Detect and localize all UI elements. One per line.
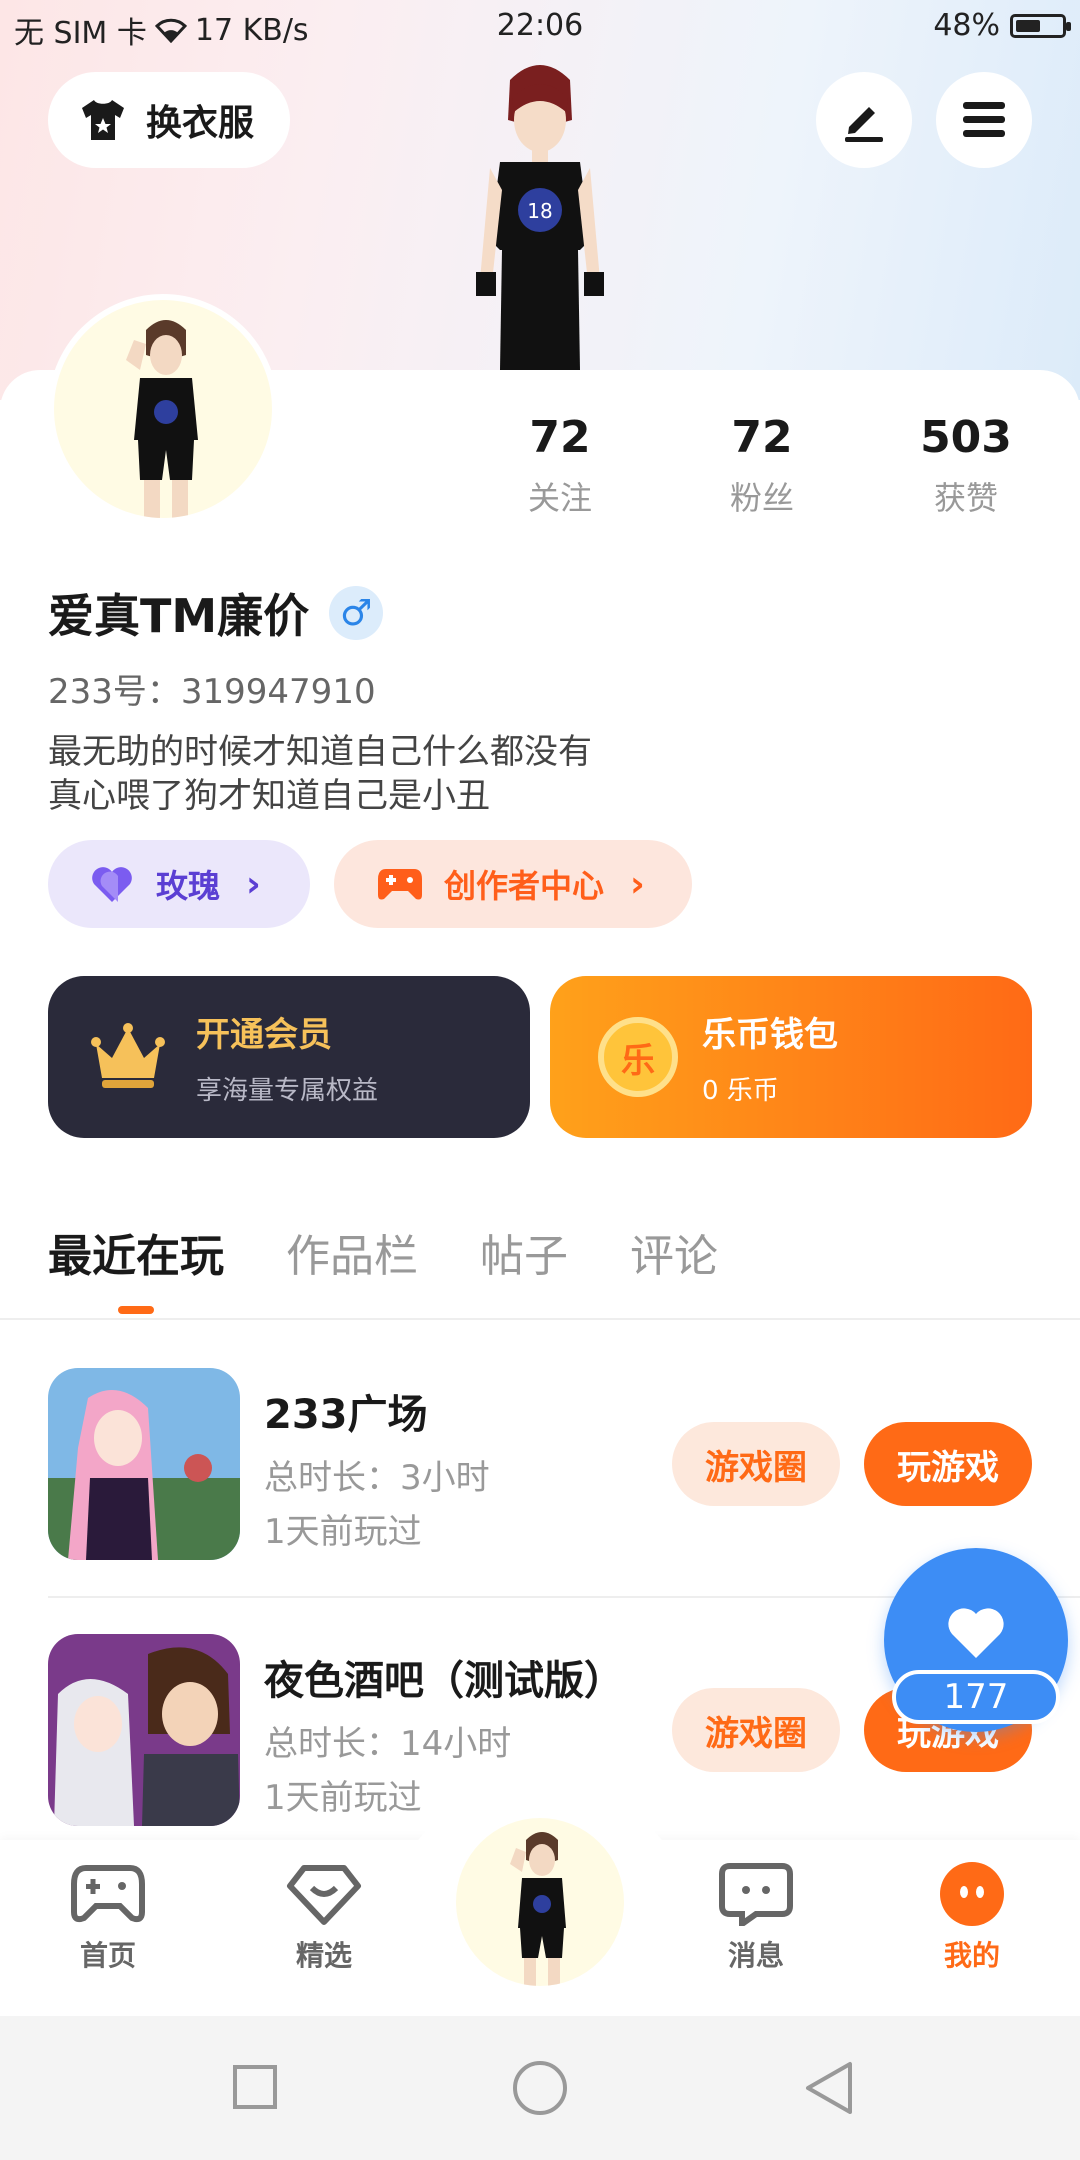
play-game-button[interactable]: 玩游戏 <box>864 1422 1032 1506</box>
stat-value: 72 <box>731 412 793 463</box>
game-name: 夜色酒吧（测试版） <box>264 1658 624 1704</box>
crown-icon <box>91 1023 165 1088</box>
back-icon[interactable] <box>802 2060 854 2116</box>
nav-label: 消息 <box>727 1939 784 1972</box>
profile-face-icon <box>940 1862 1004 1926</box>
like-count-badge: 177 <box>892 1670 1060 1724</box>
wallet-title: 乐币钱包 <box>702 1015 838 1055</box>
game-duration: 总时长：14小时 <box>264 1724 512 1764</box>
user-id[interactable]: 233号：319947910 <box>48 664 376 713</box>
menu-button[interactable] <box>936 72 1032 168</box>
game-last-played: 1天前玩过 <box>264 1778 422 1818</box>
nav-avatar-button[interactable] <box>456 1818 624 1986</box>
status-bar: 无 SIM 卡 17 KB/s 22:06 48% <box>0 0 1080 56</box>
game-art <box>48 1634 240 1826</box>
creator-center-button[interactable]: 创作者中心 › <box>334 840 692 928</box>
game-last-played: 1天前玩过 <box>264 1512 422 1552</box>
bio-line: 真心喂了狗才知道自己是小丑 <box>48 776 490 816</box>
vip-subtitle: 享海量专属权益 <box>196 1076 379 1106</box>
creator-center-label: 创作者中心 <box>444 867 605 905</box>
nav-me[interactable]: 我的 <box>902 1862 1042 1974</box>
coin-icon: 乐 <box>598 1017 678 1097</box>
bio: 最无助的时候才知道自己什么都没有 真心喂了狗才知道自己是小丑 <box>48 730 592 818</box>
stat-likes[interactable]: 503 获赞 <box>886 412 1046 519</box>
bio-line: 最无助的时候才知道自己什么都没有 <box>48 732 592 772</box>
recent-apps-icon[interactable] <box>232 2064 278 2110</box>
wallet-text: 乐币钱包 0 乐币 <box>702 1007 838 1107</box>
game-icon <box>48 1368 240 1560</box>
gamepad-icon <box>378 869 422 900</box>
heart-diamond-icon <box>287 1865 361 1925</box>
home-icon[interactable] <box>512 2060 568 2116</box>
tshirt-icon <box>82 100 124 140</box>
avatar[interactable] <box>48 294 278 524</box>
vip-card[interactable]: 开通会员 享海量专属权益 <box>48 976 530 1138</box>
stat-value: 503 <box>920 412 1012 463</box>
game-list-item[interactable]: 233广场 总时长：3小时 1天前玩过 游戏圈 玩游戏 <box>48 1368 1048 1560</box>
avatar-character <box>126 320 198 518</box>
male-gender-icon: ♂ <box>329 586 384 640</box>
chevron-right-icon: › <box>246 863 261 905</box>
game-icon <box>48 1634 240 1826</box>
change-outfit-label: 换衣服 <box>146 103 255 144</box>
character-model: 18 <box>476 65 604 370</box>
menu-icon <box>963 102 1005 137</box>
nav-label: 精选 <box>295 1939 352 1972</box>
profile-page: 无 SIM 卡 17 KB/s 22:06 48% 换衣服 18 72 关注 7… <box>0 0 1080 2160</box>
stat-following[interactable]: 72 关注 <box>480 412 640 519</box>
tab-comments[interactable]: 评论 <box>630 1220 718 1284</box>
nav-messages[interactable]: 消息 <box>686 1862 826 1974</box>
clock: 22:06 <box>496 8 584 43</box>
username-row: 爱真TM廉价 ♂ <box>48 580 384 646</box>
stat-label: 获赞 <box>933 479 998 517</box>
nav-label: 我的 <box>943 1939 1000 1972</box>
vip-title: 开通会员 <box>196 1015 332 1055</box>
wallet-balance: 0 乐币 <box>702 1076 779 1106</box>
game-name: 233广场 <box>264 1392 428 1438</box>
profile-tabs: 最近在玩 作品栏 帖子 评论 <box>48 1220 780 1284</box>
username: 爱真TM廉价 <box>48 589 310 643</box>
battery-percent: 48% <box>933 8 1000 43</box>
stat-label: 关注 <box>527 479 592 517</box>
message-icon <box>719 1863 793 1926</box>
svg-text:18: 18 <box>527 199 552 223</box>
tab-works[interactable]: 作品栏 <box>286 1220 418 1284</box>
gamepad-icon <box>71 1865 145 1923</box>
nav-featured[interactable]: 精选 <box>254 1862 394 1974</box>
tab-divider <box>0 1318 1080 1320</box>
change-outfit-button[interactable]: 换衣服 <box>48 72 290 168</box>
vip-text: 开通会员 享海量专属权益 <box>196 1007 378 1107</box>
nav-label: 首页 <box>79 1939 136 1972</box>
tab-posts[interactable]: 帖子 <box>480 1220 568 1284</box>
system-navigation-bar <box>0 2016 1080 2160</box>
wallet-card[interactable]: 乐 乐币钱包 0 乐币 <box>550 976 1032 1138</box>
game-circle-button[interactable]: 游戏圈 <box>672 1688 840 1772</box>
game-duration: 总时长：3小时 <box>264 1458 490 1498</box>
tab-recent-played[interactable]: 最近在玩 <box>48 1220 224 1284</box>
stat-value: 72 <box>529 412 591 463</box>
game-art <box>48 1368 240 1560</box>
stat-label: 粉丝 <box>729 479 794 517</box>
rose-tag-button[interactable]: 玫瑰 › <box>48 840 310 928</box>
nav-home[interactable]: 首页 <box>38 1862 178 1974</box>
avatar-character <box>510 1832 566 1986</box>
heart-icon <box>948 1608 1004 1658</box>
pen-icon <box>845 107 883 142</box>
stat-followers[interactable]: 72 粉丝 <box>682 412 842 519</box>
rose-label: 玫瑰 <box>156 867 221 905</box>
edit-profile-button[interactable] <box>816 72 912 168</box>
heart-icon <box>92 867 132 902</box>
status-right: 48% <box>933 8 1071 43</box>
chevron-right-icon: › <box>630 863 645 905</box>
tab-indicator <box>118 1306 154 1314</box>
game-circle-button[interactable]: 游戏圈 <box>672 1422 840 1506</box>
battery-icon <box>1010 13 1071 38</box>
